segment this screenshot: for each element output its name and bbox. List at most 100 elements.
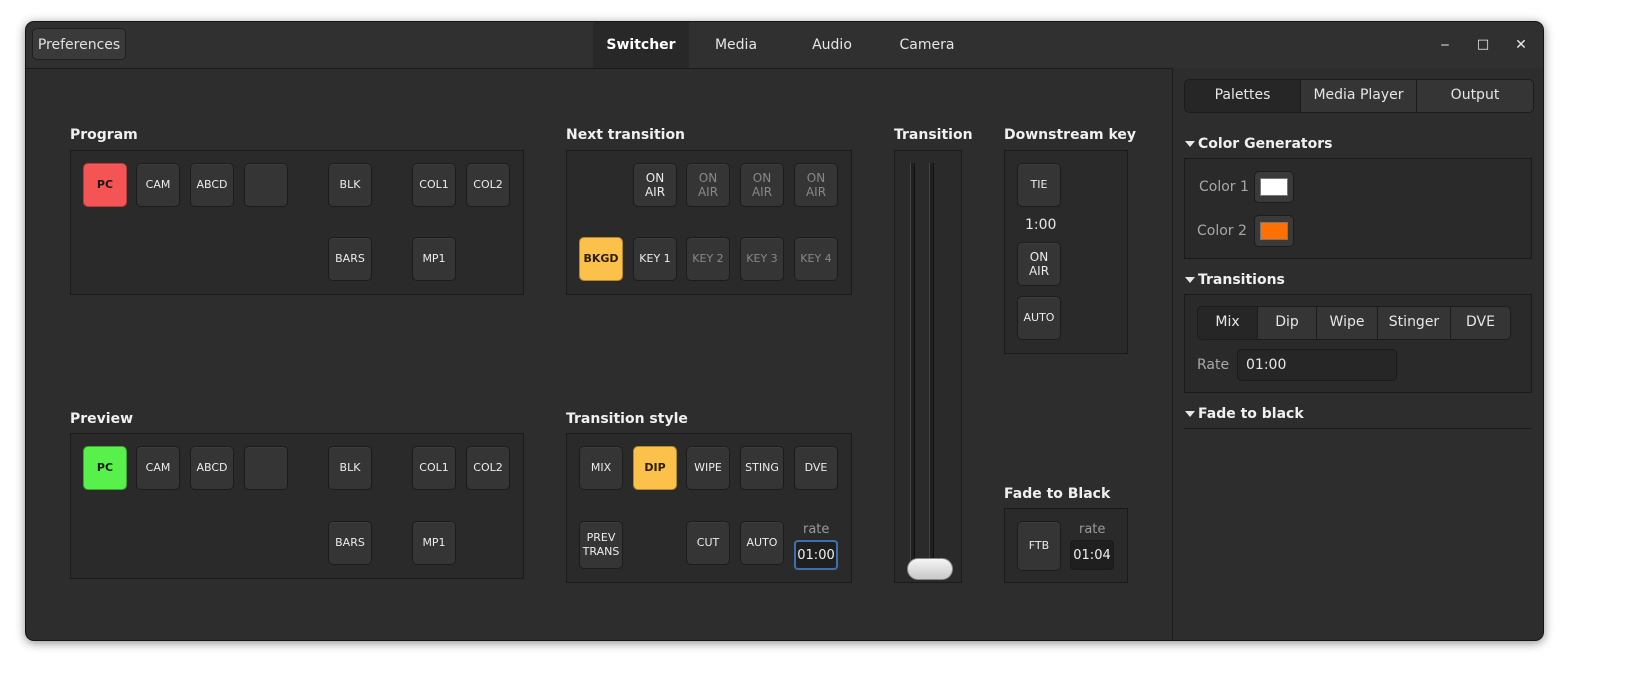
key3-button[interactable]: KEY 3: [740, 237, 784, 281]
color-generators-label: Color Generators: [1198, 136, 1333, 152]
program-cam-button[interactable]: CAM: [136, 163, 180, 207]
program-col2-button[interactable]: COL2: [466, 163, 510, 207]
header-bar: Preferences Switcher Media Audio Camera …: [26, 22, 1543, 69]
sidebar: Palettes Media Player Output Color Gener…: [1172, 68, 1543, 640]
preview-bars-button[interactable]: BARS: [328, 521, 372, 565]
style-dve-button[interactable]: DVE: [794, 446, 838, 490]
tab-media-player[interactable]: Media Player: [1301, 80, 1417, 112]
view-tabs: Switcher Media Audio Camera: [593, 22, 973, 68]
key3-on-air-button[interactable]: ON AIR: [740, 163, 784, 207]
style-wipe-button[interactable]: WIPE: [686, 446, 730, 490]
transition-rate-input[interactable]: 01:00: [794, 540, 838, 570]
maximize-icon[interactable]: □: [1471, 33, 1495, 57]
color2-label: Color 2: [1197, 223, 1247, 239]
program-blk-button[interactable]: BLK: [328, 163, 372, 207]
program-label: Program: [70, 127, 138, 143]
rate-input[interactable]: 01:00: [1237, 349, 1397, 381]
program-bars-button[interactable]: BARS: [328, 237, 372, 281]
transition-style-panel: MIX DIP WIPE STING DVE PREV TRANS CUT AU…: [566, 433, 852, 583]
transition-slider[interactable]: [894, 150, 962, 583]
color1-swatch: [1260, 178, 1288, 196]
preview-label: Preview: [70, 411, 134, 427]
fade-to-black-label: Fade to Black: [1004, 486, 1111, 502]
transition-slider-handle[interactable]: [907, 558, 953, 580]
transitions-panel: Mix Dip Wipe Stinger DVE Rate 01:00: [1184, 294, 1532, 393]
fade-to-black-sidebar-label: Fade to black: [1198, 406, 1304, 422]
program-mp1-button[interactable]: MP1: [412, 237, 456, 281]
ftb-rate-input[interactable]: 01:04: [1070, 540, 1114, 570]
color1-label: Color 1: [1199, 179, 1249, 195]
transition-tab-mix[interactable]: Mix: [1198, 307, 1258, 339]
transition-tab-wipe[interactable]: Wipe: [1317, 307, 1378, 339]
ftb-rate-label: rate: [1079, 522, 1106, 537]
transition-tab-dve[interactable]: DVE: [1451, 307, 1510, 339]
key4-button[interactable]: KEY 4: [794, 237, 838, 281]
color1-picker-button[interactable]: [1254, 171, 1294, 203]
switcher-panel: Program PC CAM ABCD BLK COL1 COL2 BARS M…: [26, 68, 1172, 640]
expander-arrow-icon: [1185, 277, 1195, 283]
transition-style-label: Transition style: [566, 411, 688, 427]
dsk-tie-button[interactable]: TIE: [1017, 163, 1061, 207]
downstream-key-label: Downstream key: [1004, 127, 1137, 143]
program-pc-button[interactable]: PC: [83, 163, 127, 207]
key2-on-air-button[interactable]: ON AIR: [686, 163, 730, 207]
transitions-label: Transitions: [1198, 272, 1285, 288]
color-generators-expander[interactable]: Color Generators: [1185, 136, 1332, 152]
close-icon[interactable]: ✕: [1509, 33, 1533, 57]
prev-trans-button[interactable]: PREV TRANS: [579, 521, 623, 569]
tab-palettes[interactable]: Palettes: [1185, 80, 1301, 112]
transitions-expander[interactable]: Transitions: [1185, 272, 1285, 288]
dsk-on-air-button[interactable]: ON AIR: [1017, 242, 1061, 286]
style-sting-button[interactable]: STING: [740, 446, 784, 490]
transition-label: Transition: [894, 127, 973, 143]
transition-tab-stinger[interactable]: Stinger: [1378, 307, 1451, 339]
program-col1-button[interactable]: COL1: [412, 163, 456, 207]
tab-audio[interactable]: Audio: [783, 22, 881, 68]
app-window: Preferences Switcher Media Audio Camera …: [25, 21, 1544, 641]
ftb-button[interactable]: FTB: [1017, 521, 1061, 571]
transition-rate-label: rate: [803, 522, 830, 537]
color2-picker-button[interactable]: [1254, 215, 1294, 247]
style-dip-button[interactable]: DIP: [633, 446, 677, 490]
key2-button[interactable]: KEY 2: [686, 237, 730, 281]
color-generators-panel: Color 1 Color 2: [1184, 158, 1532, 259]
slider-track-left: [910, 163, 915, 571]
preview-col1-button[interactable]: COL1: [412, 446, 456, 490]
tab-switcher[interactable]: Switcher: [593, 22, 689, 68]
transition-tab-dip[interactable]: Dip: [1258, 307, 1317, 339]
preview-mp1-button[interactable]: MP1: [412, 521, 456, 565]
preview-pc-button[interactable]: PC: [83, 446, 127, 490]
preview-blk-button[interactable]: BLK: [328, 446, 372, 490]
color2-swatch: [1260, 222, 1288, 240]
fade-to-black-expander[interactable]: Fade to black: [1185, 406, 1304, 422]
tab-media[interactable]: Media: [689, 22, 783, 68]
style-mix-button[interactable]: MIX: [579, 446, 623, 490]
preview-empty-button[interactable]: [244, 446, 288, 490]
transition-type-tabs: Mix Dip Wipe Stinger DVE: [1197, 306, 1511, 340]
bkgd-button[interactable]: BKGD: [579, 237, 623, 281]
program-abcd-button[interactable]: ABCD: [190, 163, 234, 207]
key4-on-air-button[interactable]: ON AIR: [794, 163, 838, 207]
auto-button[interactable]: AUTO: [740, 521, 784, 565]
sidebar-tabs: Palettes Media Player Output: [1184, 79, 1534, 113]
sidebar-divider: [1184, 428, 1532, 429]
minimize-icon[interactable]: ‒: [1433, 33, 1457, 57]
key1-button[interactable]: KEY 1: [633, 237, 677, 281]
slider-track-right: [929, 163, 934, 571]
tab-camera[interactable]: Camera: [881, 22, 973, 68]
preview-cam-button[interactable]: CAM: [136, 446, 180, 490]
dsk-auto-button[interactable]: AUTO: [1017, 296, 1061, 340]
cut-button[interactable]: CUT: [686, 521, 730, 565]
preview-abcd-button[interactable]: ABCD: [190, 446, 234, 490]
preferences-button[interactable]: Preferences: [32, 28, 126, 60]
expander-arrow-icon: [1185, 411, 1195, 417]
fade-to-black-panel: FTB rate 01:04: [1004, 508, 1128, 583]
preview-col2-button[interactable]: COL2: [466, 446, 510, 490]
tab-output[interactable]: Output: [1417, 80, 1533, 112]
downstream-key-panel: TIE 1:00 ON AIR AUTO: [1004, 150, 1128, 354]
expander-arrow-icon: [1185, 141, 1195, 147]
program-empty-button[interactable]: [244, 163, 288, 207]
key1-on-air-button[interactable]: ON AIR: [633, 163, 677, 207]
dsk-duration: 1:00: [1025, 217, 1057, 233]
next-transition-label: Next transition: [566, 127, 686, 143]
